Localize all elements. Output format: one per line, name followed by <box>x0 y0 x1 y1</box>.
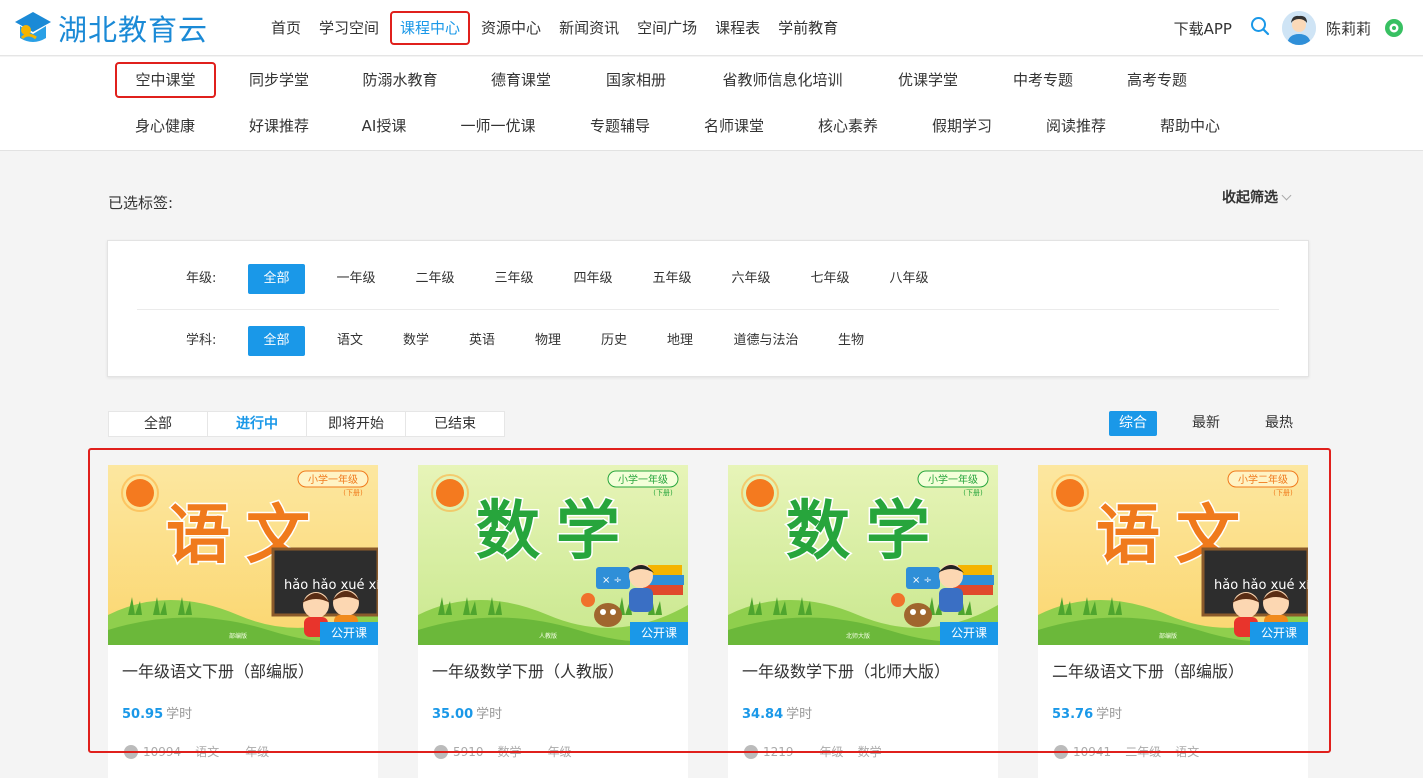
nav-home[interactable]: 首页 <box>262 11 310 45</box>
subject-label: 学科: <box>186 333 217 348</box>
grade-filter-row: 年级: 全部 一年级 二年级 三年级 四年级 五年级 六年级 七年级 八年级 <box>108 264 1308 294</box>
subject-option[interactable]: 英语 <box>462 326 502 356</box>
subnav-moral-class[interactable]: 德育课堂 <box>475 62 567 98</box>
sub-nav: 空中课堂 同步学堂 防溺水教育 德育课堂 国家相册 省教师信息化培训 优课学堂 … <box>0 57 1423 151</box>
subject-option[interactable]: 语文 <box>330 326 370 356</box>
subnav-ai-teaching[interactable]: AI授课 <box>345 108 423 144</box>
logo-mark-icon <box>12 8 54 48</box>
sub-nav-row-2: 身心健康 好课推荐 AI授课 一师一优课 专题辅导 名师课堂 核心素养 假期学习… <box>0 108 1423 144</box>
subject-option[interactable]: 历史 <box>594 326 634 356</box>
subject-filter-row: 学科: 全部 语文 数学 英语 物理 历史 地理 道德与法治 生物 <box>108 326 1308 356</box>
sub-nav-row-1: 空中课堂 同步学堂 防溺水教育 德育课堂 国家相册 省教师信息化培训 优课学堂 … <box>0 62 1423 98</box>
tab-in-progress[interactable]: 进行中 <box>208 412 307 436</box>
grade-option[interactable]: 七年级 <box>803 264 857 294</box>
grade-option[interactable]: 六年级 <box>724 264 778 294</box>
subnav-help[interactable]: 帮助中心 <box>1144 108 1236 144</box>
nav-preschool[interactable]: 学前教育 <box>769 11 847 45</box>
status-dot-icon[interactable] <box>1385 19 1403 37</box>
subnav-core-literacy[interactable]: 核心素养 <box>802 108 894 144</box>
grade-option[interactable]: 八年级 <box>882 264 936 294</box>
avatar[interactable] <box>1281 11 1316 45</box>
tab-ended[interactable]: 已结束 <box>406 412 504 436</box>
grade-option[interactable]: 五年级 <box>645 264 699 294</box>
subnav-reading[interactable]: 阅读推荐 <box>1030 108 1122 144</box>
subnav-health[interactable]: 身心健康 <box>119 108 211 144</box>
subject-option[interactable]: 全部 <box>248 326 305 356</box>
site-logo[interactable]: 湖北教育云 <box>12 6 208 50</box>
subnav-famous-teacher[interactable]: 名师课堂 <box>688 108 780 144</box>
sort-newest[interactable]: 最新 <box>1182 411 1230 436</box>
course-list-highlight <box>88 448 1331 753</box>
grade-option[interactable]: 一年级 <box>329 264 383 294</box>
nav-news[interactable]: 新闻资讯 <box>550 11 628 45</box>
nav-study-space[interactable]: 学习空间 <box>310 11 388 45</box>
sort-comprehensive[interactable]: 综合 <box>1109 411 1157 436</box>
grade-option[interactable]: 全部 <box>248 264 305 294</box>
subnav-holiday[interactable]: 假期学习 <box>916 108 1008 144</box>
subnav-teacher-training[interactable]: 省教师信息化培训 <box>705 62 860 98</box>
chevron-down-icon <box>1281 190 1292 200</box>
logo-text: 湖北教育云 <box>58 13 209 47</box>
subnav-anti-drowning[interactable]: 防溺水教育 <box>345 62 455 98</box>
grade-option[interactable]: 二年级 <box>408 264 462 294</box>
subnav-zhongkao[interactable]: 中考专题 <box>997 62 1089 98</box>
main-nav: 首页 学习空间 课程中心 资源中心 新闻资讯 空间广场 课程表 学前教育 <box>262 0 847 56</box>
sort-hottest[interactable]: 最热 <box>1255 411 1303 436</box>
tab-all[interactable]: 全部 <box>109 412 208 436</box>
subnav-air-classroom[interactable]: 空中课堂 <box>115 62 216 98</box>
subnav-recommended[interactable]: 好课推荐 <box>233 108 325 144</box>
status-tabs: 全部 进行中 即将开始 已结束 <box>108 411 505 437</box>
collapse-filter-button[interactable]: 收起筛选 <box>1222 187 1292 207</box>
subject-option[interactable]: 道德与法治 <box>726 326 806 356</box>
subnav-tutoring[interactable]: 专题辅导 <box>574 108 666 144</box>
nav-resource-center[interactable]: 资源中心 <box>472 11 550 45</box>
subject-option[interactable]: 生物 <box>831 326 871 356</box>
download-app-link[interactable]: 下载APP <box>1174 18 1232 39</box>
tab-upcoming[interactable]: 即将开始 <box>307 412 406 436</box>
subnav-national-album[interactable]: 国家相册 <box>590 62 682 98</box>
nav-course-center[interactable]: 课程中心 <box>390 11 471 45</box>
subject-option[interactable]: 数学 <box>396 326 436 356</box>
subject-option[interactable]: 物理 <box>528 326 568 356</box>
grade-label: 年级: <box>186 271 217 286</box>
filter-divider <box>137 309 1279 310</box>
nav-space-plaza[interactable]: 空间广场 <box>628 11 706 45</box>
subject-option[interactable]: 地理 <box>660 326 700 356</box>
top-header: 湖北教育云 首页 学习空间 课程中心 资源中心 新闻资讯 空间广场 课程表 学前… <box>0 0 1423 56</box>
user-area: 下载APP 陈莉莉 <box>1174 0 1403 56</box>
subnav-quality-class[interactable]: 优课学堂 <box>882 62 974 98</box>
subnav-one-teacher[interactable]: 一师一优课 <box>448 108 548 144</box>
subnav-gaokao[interactable]: 高考专题 <box>1111 62 1203 98</box>
nav-timetable[interactable]: 课程表 <box>706 11 769 45</box>
grade-option[interactable]: 三年级 <box>487 264 541 294</box>
user-name[interactable]: 陈莉莉 <box>1326 18 1371 39</box>
search-icon[interactable] <box>1250 16 1270 40</box>
selected-tags-label: 已选标签: <box>108 194 174 212</box>
collapse-filter-label: 收起筛选 <box>1222 190 1278 206</box>
filter-panel: 年级: 全部 一年级 二年级 三年级 四年级 五年级 六年级 七年级 八年级 学… <box>107 240 1309 377</box>
grade-option[interactable]: 四年级 <box>566 264 620 294</box>
subnav-sync-class[interactable]: 同步学堂 <box>233 62 325 98</box>
